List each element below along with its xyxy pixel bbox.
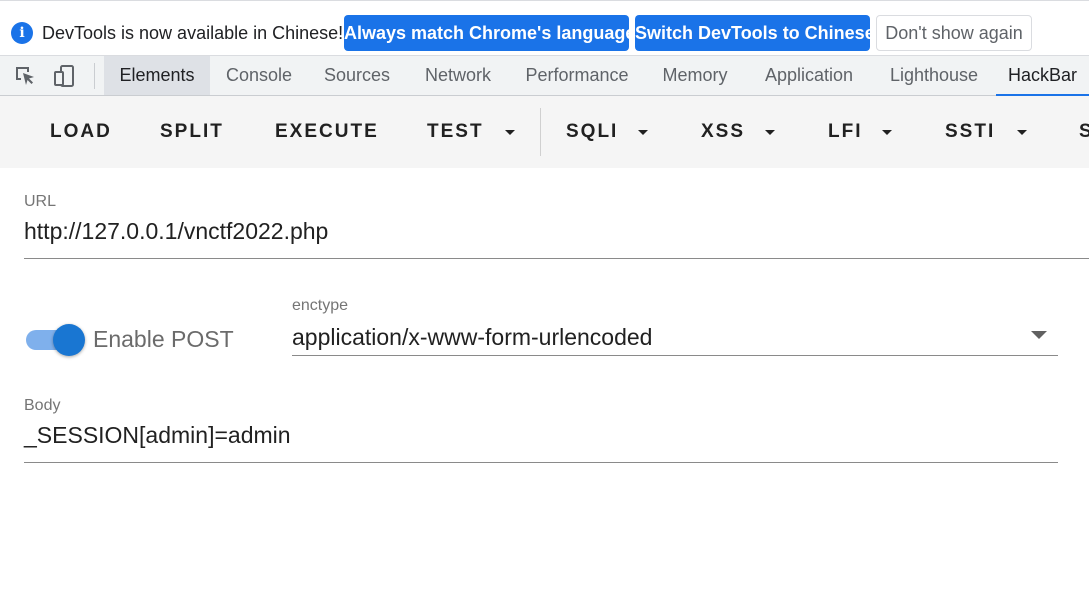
info-icon: i bbox=[11, 22, 33, 44]
tab-console[interactable]: Console bbox=[216, 56, 302, 95]
tab-sources[interactable]: Sources bbox=[314, 56, 400, 95]
tab-bar-divider bbox=[94, 63, 95, 89]
tab-lighthouse[interactable]: Lighthouse bbox=[878, 56, 990, 95]
switch-thumb[interactable] bbox=[53, 324, 85, 356]
language-infobar: i DevTools is now available in Chinese! … bbox=[0, 0, 1089, 56]
tab-network[interactable]: Network bbox=[412, 56, 504, 95]
lfi-dropdown-icon[interactable] bbox=[882, 130, 892, 135]
tab-memory[interactable]: Memory bbox=[650, 56, 740, 95]
test-dropdown-icon[interactable] bbox=[505, 130, 515, 135]
test-menu-button[interactable]: TEST bbox=[427, 118, 484, 146]
xss-menu-button[interactable]: XSS bbox=[701, 118, 745, 146]
ssti-dropdown-icon[interactable] bbox=[1017, 130, 1027, 135]
switch-devtools-chinese-button[interactable]: Switch DevTools to Chinese bbox=[635, 15, 875, 51]
enable-post-label[interactable]: Enable POST bbox=[93, 326, 234, 353]
dont-show-again-button[interactable]: Don't show again bbox=[876, 15, 1032, 51]
tab-application[interactable]: Application bbox=[752, 56, 866, 95]
sqli-dropdown-icon[interactable] bbox=[638, 130, 648, 135]
body-label: Body bbox=[24, 397, 61, 414]
always-match-language-button[interactable]: Always match Chrome's language bbox=[344, 15, 635, 51]
toolbar-divider bbox=[540, 108, 541, 156]
device-toolbar-icon[interactable] bbox=[53, 64, 77, 88]
infobar-message: DevTools is now available in Chinese! bbox=[42, 23, 344, 43]
enctype-underline bbox=[292, 355, 1058, 356]
overflow-menu-button[interactable]: S bbox=[1079, 118, 1089, 146]
hackbar-toolbar: LOAD SPLIT EXECUTE TEST SQLI XSS LFI SST… bbox=[0, 96, 1089, 168]
url-label: URL bbox=[24, 193, 57, 210]
load-button[interactable]: LOAD bbox=[50, 118, 112, 146]
tab-elements[interactable]: Elements bbox=[104, 56, 210, 95]
url-underline bbox=[24, 258, 1089, 259]
inspect-element-icon[interactable] bbox=[13, 64, 37, 88]
body-underline bbox=[24, 462, 1058, 463]
enctype-label: enctype bbox=[292, 297, 349, 314]
tab-performance[interactable]: Performance bbox=[516, 56, 638, 95]
url-input[interactable]: http://127.0.0.1/vnctf2022.php bbox=[24, 218, 328, 245]
lfi-menu-button[interactable]: LFI bbox=[828, 118, 863, 146]
xss-dropdown-icon[interactable] bbox=[765, 130, 775, 135]
enctype-select[interactable]: application/x-www-form-urlencoded bbox=[292, 324, 652, 351]
sqli-menu-button[interactable]: SQLI bbox=[566, 118, 618, 146]
execute-button[interactable]: EXECUTE bbox=[275, 118, 379, 146]
body-input[interactable]: _SESSION[admin]=admin bbox=[24, 422, 291, 449]
chevron-down-icon[interactable] bbox=[1031, 331, 1047, 339]
ssti-menu-button[interactable]: SSTI bbox=[945, 118, 995, 146]
tab-hackbar[interactable]: HackBar bbox=[996, 56, 1089, 96]
devtools-tab-bar: Elements Console Sources Network Perform… bbox=[0, 56, 1089, 96]
split-button[interactable]: SPLIT bbox=[160, 118, 224, 146]
